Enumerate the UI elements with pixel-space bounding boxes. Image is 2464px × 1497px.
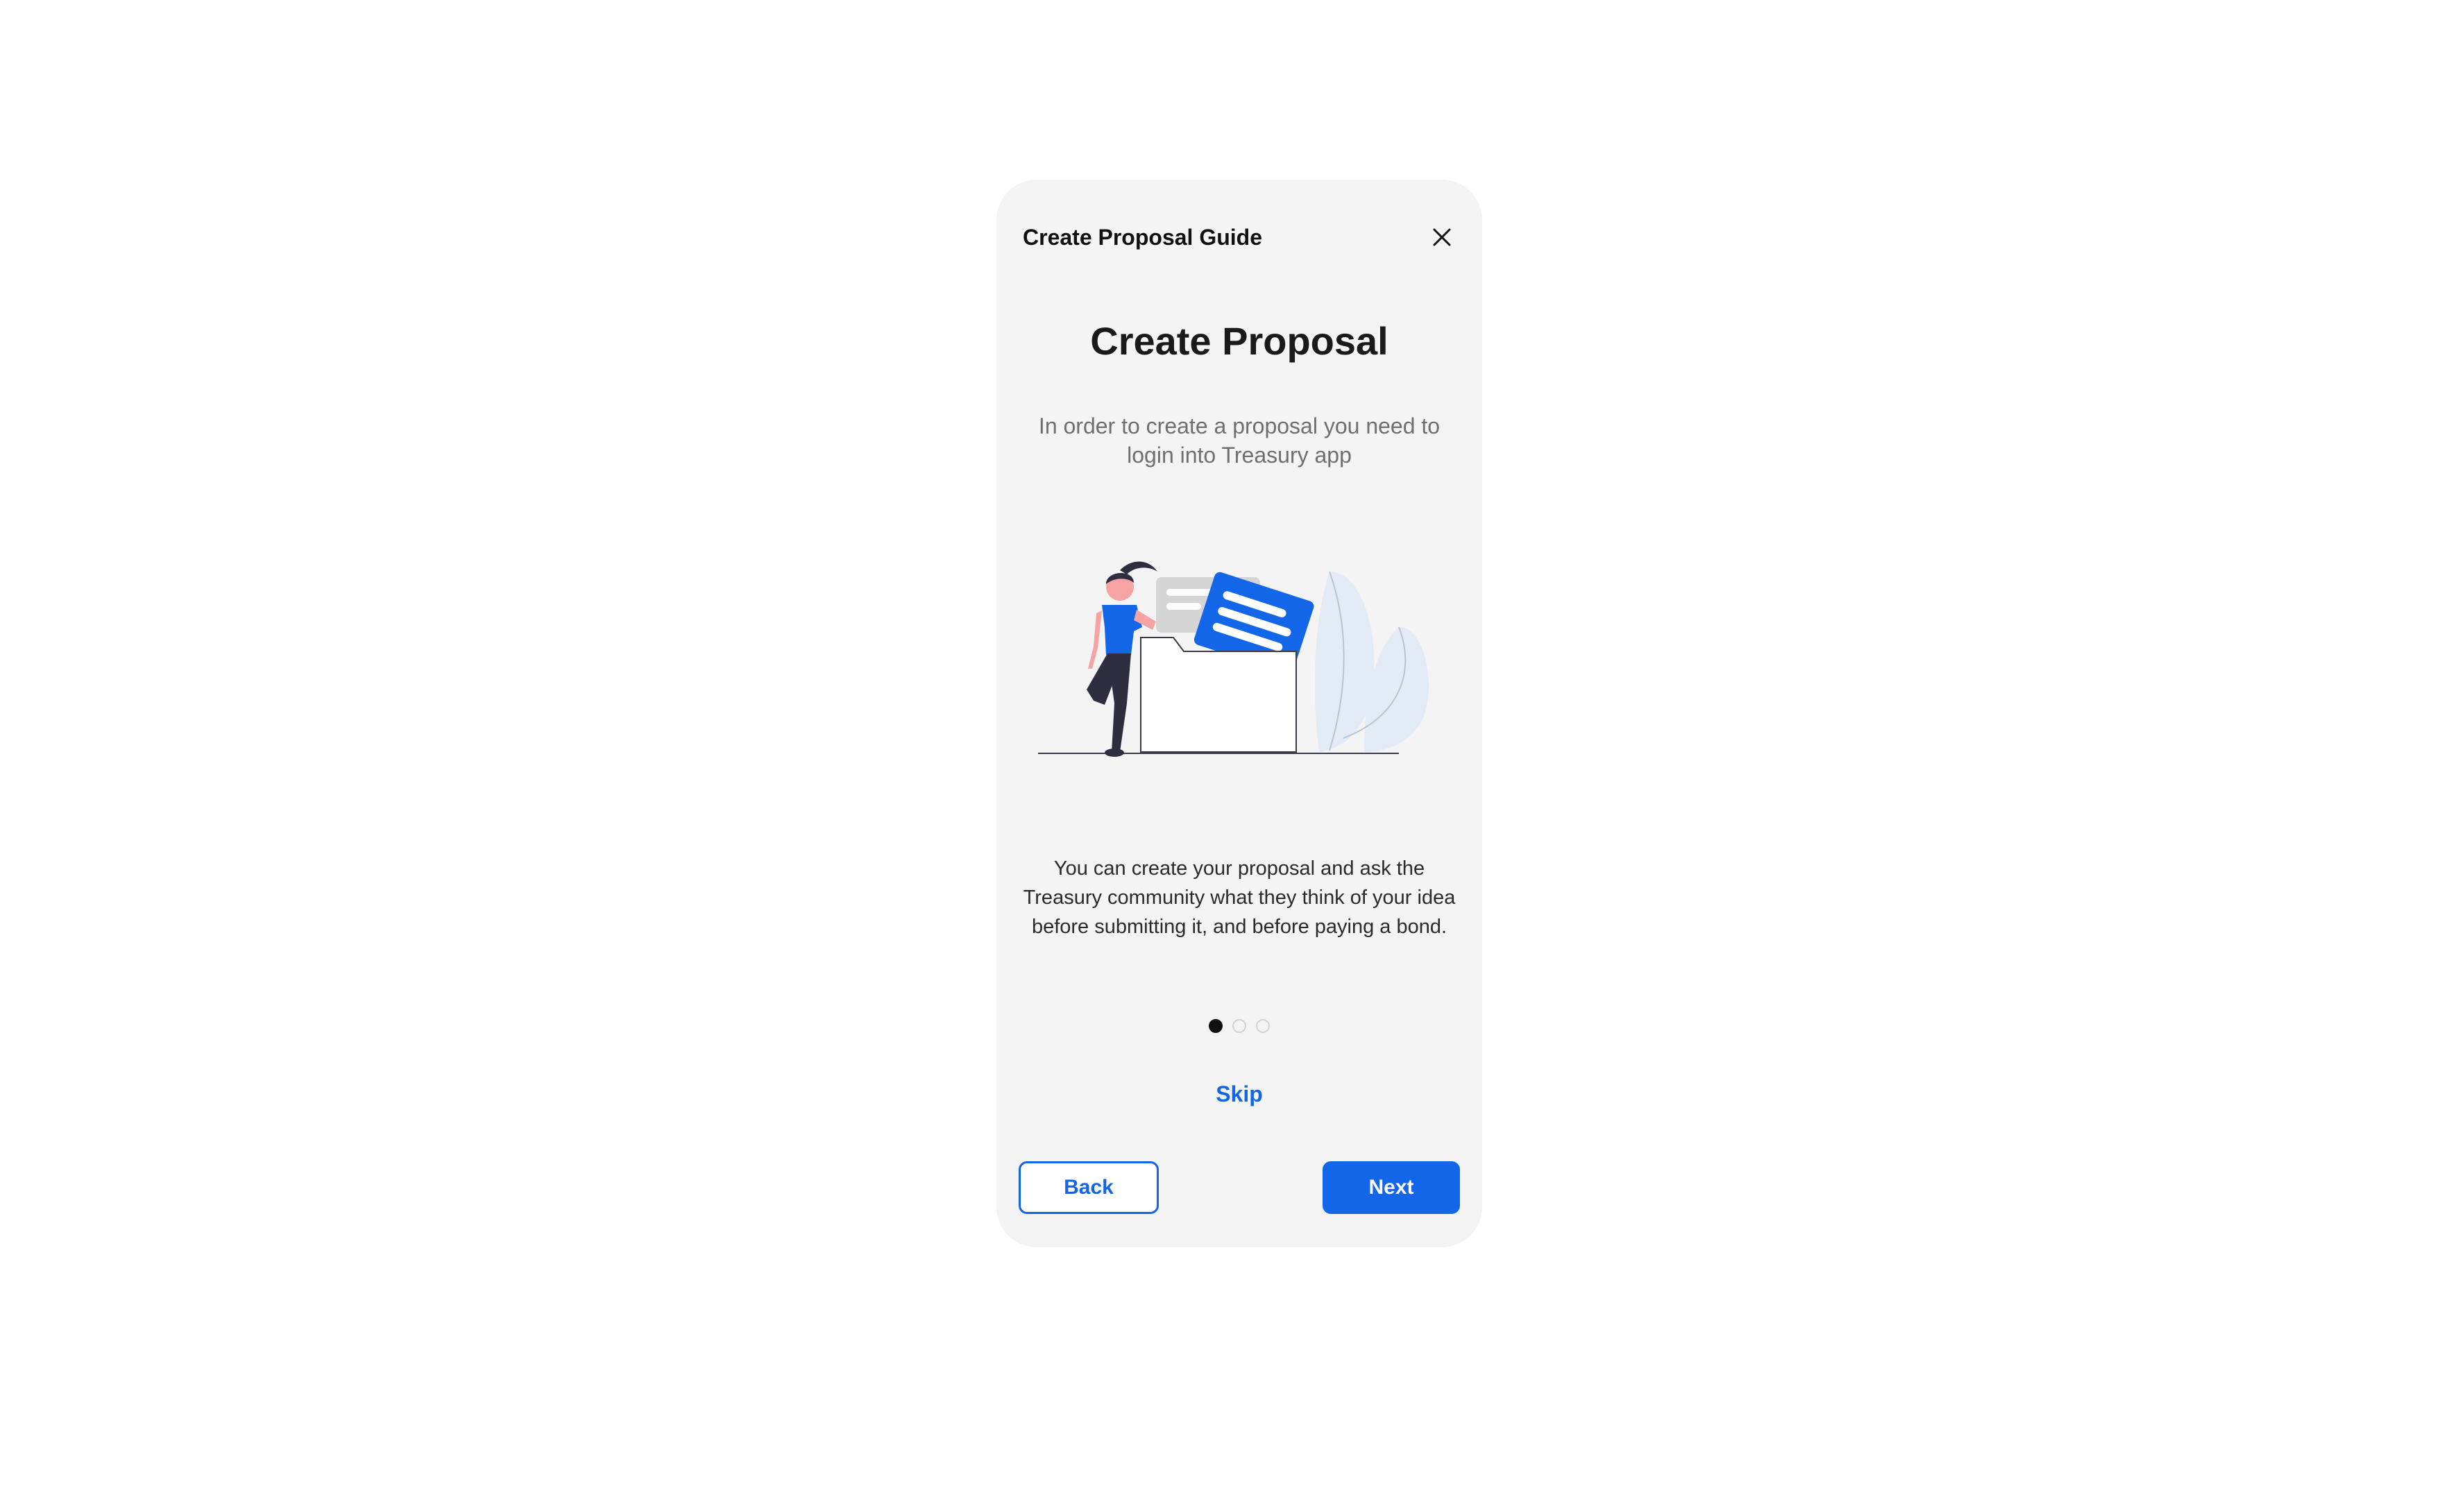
- skip-container: Skip: [996, 1081, 1482, 1107]
- step-subtitle: In order to create a proposal you need t…: [1010, 411, 1468, 470]
- shoe: [1105, 748, 1124, 757]
- step-description: You can create your proposal and ask the…: [1010, 854, 1468, 941]
- leaf-shape: [1364, 627, 1429, 752]
- close-button[interactable]: [1422, 218, 1461, 257]
- subtitle-line: In order to create a proposal you need t…: [1038, 413, 1441, 438]
- description-line: You can create your proposal and ask the: [1053, 857, 1425, 880]
- close-icon: [1433, 228, 1451, 246]
- woman-with-document-folder-illustration: [1038, 561, 1429, 757]
- folder: [1140, 637, 1297, 753]
- pagination-dot-1[interactable]: [1209, 1019, 1223, 1033]
- modal-title: Create Proposal Guide: [1023, 224, 1262, 250]
- pagination-dot-3[interactable]: [1256, 1019, 1270, 1033]
- grey-sheet-line: [1166, 603, 1201, 610]
- next-button[interactable]: Next: [1323, 1161, 1460, 1214]
- subtitle-line: login into Treasury app: [1127, 443, 1352, 468]
- skip-link[interactable]: Skip: [1216, 1081, 1263, 1106]
- grey-sheet-line: [1166, 589, 1215, 596]
- description-line: Treasury community what they think of yo…: [1023, 887, 1456, 909]
- back-button[interactable]: Back: [1019, 1161, 1159, 1214]
- arm: [1088, 610, 1102, 669]
- pagination-dots: [996, 1019, 1482, 1033]
- description-line: before submitting it, and before paying …: [1031, 916, 1447, 938]
- ponytail: [1120, 561, 1157, 574]
- pagination-dot-2[interactable]: [1232, 1019, 1246, 1033]
- create-proposal-guide-modal: Create Proposal Guide Create Proposal In…: [996, 180, 1482, 1247]
- modal-header: Create Proposal Guide: [1023, 213, 1461, 262]
- step-heading: Create Proposal: [1090, 319, 1388, 363]
